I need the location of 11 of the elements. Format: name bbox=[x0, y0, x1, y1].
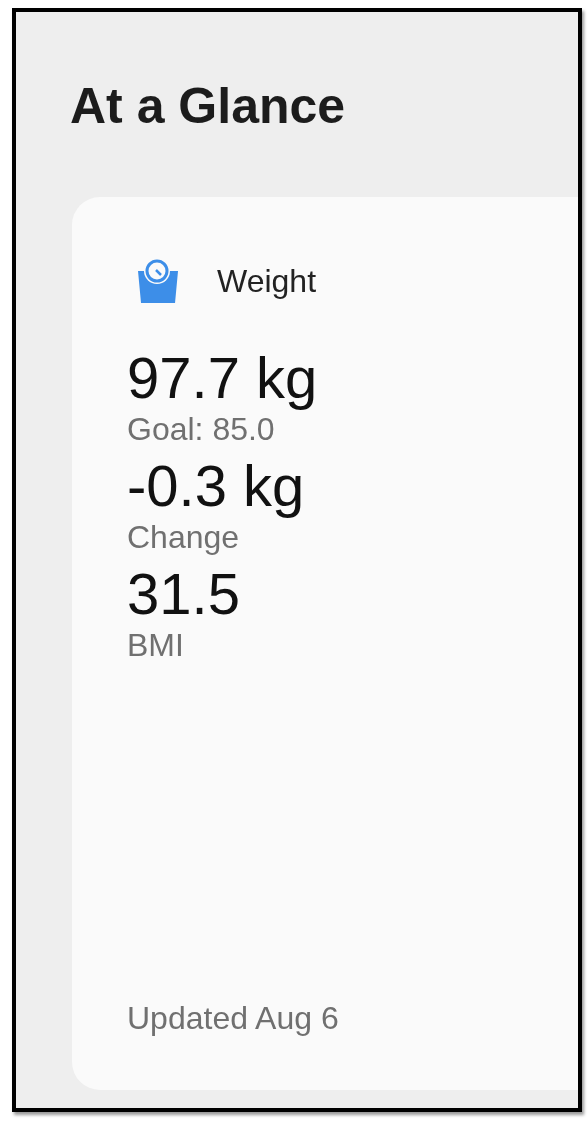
metric-caption: Goal: 85.0 bbox=[127, 411, 275, 447]
page-title: At a Glance bbox=[70, 78, 346, 134]
metric-value: 97.7 kg bbox=[127, 345, 318, 411]
metric-value: 31.5 bbox=[127, 561, 240, 627]
card-label: Weight bbox=[217, 262, 316, 301]
metric-caption: Change bbox=[127, 519, 240, 555]
metric-value: -0.3 kg bbox=[127, 453, 305, 519]
weight-card[interactable]: Weight 97.7 kg Goal: 85.0 -0.3 kg Change 31.5 BMI Updated Aug 6 bbox=[72, 197, 578, 1090]
updated-text: Updated Aug 6 bbox=[127, 1000, 339, 1036]
metric-caption: BMI bbox=[127, 627, 184, 663]
scale-icon bbox=[135, 257, 181, 305]
